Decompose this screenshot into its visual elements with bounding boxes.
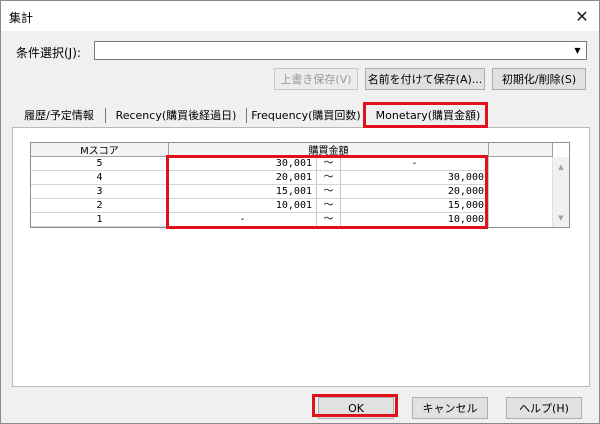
tilde-cell: 〜 [317,157,341,171]
tab-recency[interactable]: Recency(購買後経過日) [108,103,244,127]
save-as-button[interactable]: 名前を付けて保存(A)... [365,68,485,90]
overwrite-save-button[interactable]: 上書き保存(V) [274,68,358,90]
to-cell[interactable]: 10,000 [341,213,489,227]
score-cell: 5 [31,157,169,171]
ok-button[interactable]: OK [318,397,394,419]
table-row[interactable]: 2 10,001 〜 15,000 [31,199,553,213]
score-cell: 1 [31,213,169,227]
window-title: 集計 [9,11,34,25]
from-cell[interactable]: - [169,213,317,227]
scroll-down-icon[interactable]: ▼ [553,210,569,225]
close-icon[interactable]: ✕ [571,5,593,27]
from-cell[interactable]: 30,001 [169,157,317,171]
tilde-cell: 〜 [317,199,341,213]
to-cell[interactable]: - [341,157,489,171]
grid-header: Mスコア 購買金額 [31,143,553,157]
grid-scrollbar[interactable]: ▲ ▼ [552,157,569,227]
from-cell[interactable]: 15,001 [169,185,317,199]
scroll-up-icon[interactable]: ▲ [553,159,569,174]
table-row[interactable]: 5 30,001 〜 - [31,157,553,171]
column-header-amount: 購買金額 [169,143,489,157]
cancel-button[interactable]: キャンセル [412,397,488,419]
title-bar: 集計 ✕ [1,1,599,31]
to-cell[interactable]: 15,000 [341,199,489,213]
score-cell: 3 [31,185,169,199]
column-header-score: Mスコア [31,143,169,157]
to-cell[interactable]: 30,000 [341,171,489,185]
monetary-grid: Mスコア 購買金額 5 30,001 〜 - 4 20,001 〜 30,000… [30,142,570,228]
chevron-down-icon[interactable]: ▼ [570,43,585,58]
tab-divider [365,108,366,123]
score-cell: 4 [31,171,169,185]
column-header-empty [489,143,553,157]
tab-monetary[interactable]: Monetary(購買金額) [369,103,487,127]
condition-select[interactable]: ▼ [94,41,587,60]
table-row[interactable]: 3 15,001 〜 20,000 [31,185,553,199]
tilde-cell: 〜 [317,171,341,185]
reset-delete-button[interactable]: 初期化/削除(S) [492,68,586,90]
table-row[interactable]: 1 - 〜 10,000 [31,213,553,227]
tab-divider [105,108,106,123]
tab-divider [246,108,247,123]
from-cell[interactable]: 20,001 [169,171,317,185]
to-cell[interactable]: 20,000 [341,185,489,199]
help-button[interactable]: ヘルプ(H) [506,397,582,419]
from-cell[interactable]: 10,001 [169,199,317,213]
tab-history[interactable]: 履歴/予定情報 [15,103,103,127]
tilde-cell: 〜 [317,185,341,199]
table-row[interactable]: 4 20,001 〜 30,000 [31,171,553,185]
tab-frequency[interactable]: Frequency(購買回数) [249,103,363,127]
condition-label: 条件選択(J): [16,46,81,60]
aggregate-dialog: 集計 ✕ 条件選択(J): ▼ 上書き保存(V) 名前を付けて保存(A)... … [0,0,600,424]
score-cell: 2 [31,199,169,213]
tilde-cell: 〜 [317,213,341,227]
